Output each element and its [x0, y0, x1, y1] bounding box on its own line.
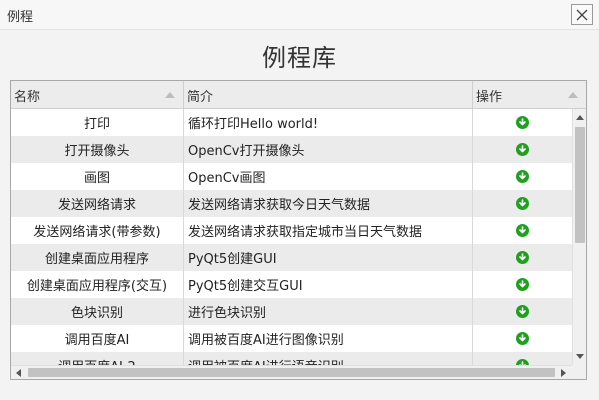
cell-action — [473, 298, 572, 325]
cell-name: 发送网络请求 — [11, 190, 184, 217]
scrollbar-corner — [572, 365, 586, 379]
download-icon[interactable] — [516, 251, 529, 264]
table-row[interactable]: 调用百度AI-2调用被百度AI进行语音识别 — [11, 352, 572, 365]
cell-name: 创建桌面应用程序 — [11, 244, 184, 271]
table-header: 名称 简介 操作 — [11, 81, 586, 109]
cell-name: 画图 — [11, 163, 184, 190]
cell-description: 进行色块识别 — [184, 298, 473, 325]
cell-name: 打开摄像头 — [11, 136, 184, 163]
cell-action — [473, 325, 572, 352]
close-button[interactable] — [571, 4, 593, 25]
cell-action — [473, 217, 572, 244]
sort-arrow-icon — [568, 92, 578, 98]
download-icon[interactable] — [516, 116, 529, 129]
cell-name: 创建桌面应用程序(交互) — [11, 271, 184, 298]
window-title: 例程 — [7, 10, 34, 25]
table-row[interactable]: 色块识别 进行色块识别 — [11, 298, 572, 325]
download-icon[interactable] — [516, 224, 529, 237]
cell-description: 调用被百度AI进行图像识别 — [184, 325, 473, 352]
column-header-action[interactable]: 操作 — [473, 81, 586, 109]
cell-description: PyQt5创建GUI — [184, 244, 473, 271]
table-row[interactable]: 发送网络请求(带参数) 发送网络请求获取指定城市当日天气数据 — [11, 217, 572, 244]
horizontal-scrollbar[interactable] — [11, 365, 572, 379]
cell-name: 发送网络请求(带参数) — [11, 217, 184, 244]
cell-action — [473, 109, 572, 136]
cell-description: OpenCv打开摄像头 — [184, 136, 473, 163]
cell-name: 色块识别 — [11, 298, 184, 325]
cell-action — [473, 244, 572, 271]
cell-action — [473, 136, 572, 163]
column-header-label: 简介 — [187, 89, 214, 105]
download-icon[interactable] — [516, 143, 529, 156]
title-bar: 例程 — [0, 0, 599, 30]
table-row[interactable]: 创建桌面应用程序(交互) PyQt5创建交互GUI — [11, 271, 572, 298]
table-row[interactable]: 打开摄像头 OpenCv打开摄像头 — [11, 136, 572, 163]
download-icon[interactable] — [516, 170, 529, 183]
cell-description: 调用被百度AI进行语音识别 — [184, 352, 473, 365]
table-row[interactable]: 创建桌面应用程序 PyQt5创建GUI — [11, 244, 572, 271]
scroll-down-icon[interactable] — [576, 354, 584, 359]
sort-arrow-icon — [165, 92, 175, 98]
scroll-up-icon[interactable] — [576, 115, 584, 120]
cell-name: 打印 — [11, 109, 184, 136]
table-row[interactable]: 画图 OpenCv画图 — [11, 163, 572, 190]
download-icon[interactable] — [516, 197, 529, 210]
column-header-label: 名称 — [14, 89, 41, 105]
table-row[interactable]: 调用百度AI 调用被百度AI进行图像识别 — [11, 325, 572, 352]
horizontal-scroll-thumb[interactable] — [28, 368, 555, 377]
column-header-label: 操作 — [476, 89, 503, 105]
cell-action — [473, 163, 572, 190]
scroll-left-icon[interactable] — [16, 369, 21, 377]
cell-description: PyQt5创建交互GUI — [184, 271, 473, 298]
close-icon — [576, 9, 588, 20]
examples-table: 名称 简介 操作 打印 循环打印Hello world! 打开摄像头 OpenCv打开… — [10, 80, 587, 380]
download-icon[interactable] — [516, 305, 529, 318]
cell-description: 发送网络请求获取今日天气数据 — [184, 190, 473, 217]
cell-action — [473, 271, 572, 298]
cell-description: OpenCv画图 — [184, 163, 473, 190]
cell-description: 循环打印Hello world! — [184, 109, 473, 136]
cell-name: 调用百度AI-2 — [11, 352, 184, 365]
scroll-right-icon[interactable] — [561, 369, 566, 377]
table-row[interactable]: 发送网络请求 发送网络请求获取今日天气数据 — [11, 190, 572, 217]
vertical-scrollbar[interactable] — [572, 109, 586, 365]
cell-description: 发送网络请求获取指定城市当日天气数据 — [184, 217, 473, 244]
table-row[interactable]: 打印 循环打印Hello world! — [11, 109, 572, 136]
page-title: 例程库 — [262, 44, 337, 72]
download-icon[interactable] — [516, 278, 529, 291]
cell-name: 调用百度AI — [11, 325, 184, 352]
download-icon[interactable] — [516, 332, 529, 345]
column-header-description[interactable]: 简介 — [184, 81, 473, 109]
column-header-name[interactable]: 名称 — [11, 81, 184, 109]
vertical-scroll-thumb[interactable] — [575, 127, 585, 243]
table-body: 打印 循环打印Hello world! 打开摄像头 OpenCv打开摄像头 画图 Open… — [11, 109, 572, 365]
cell-action — [473, 190, 572, 217]
cell-action — [473, 352, 572, 365]
